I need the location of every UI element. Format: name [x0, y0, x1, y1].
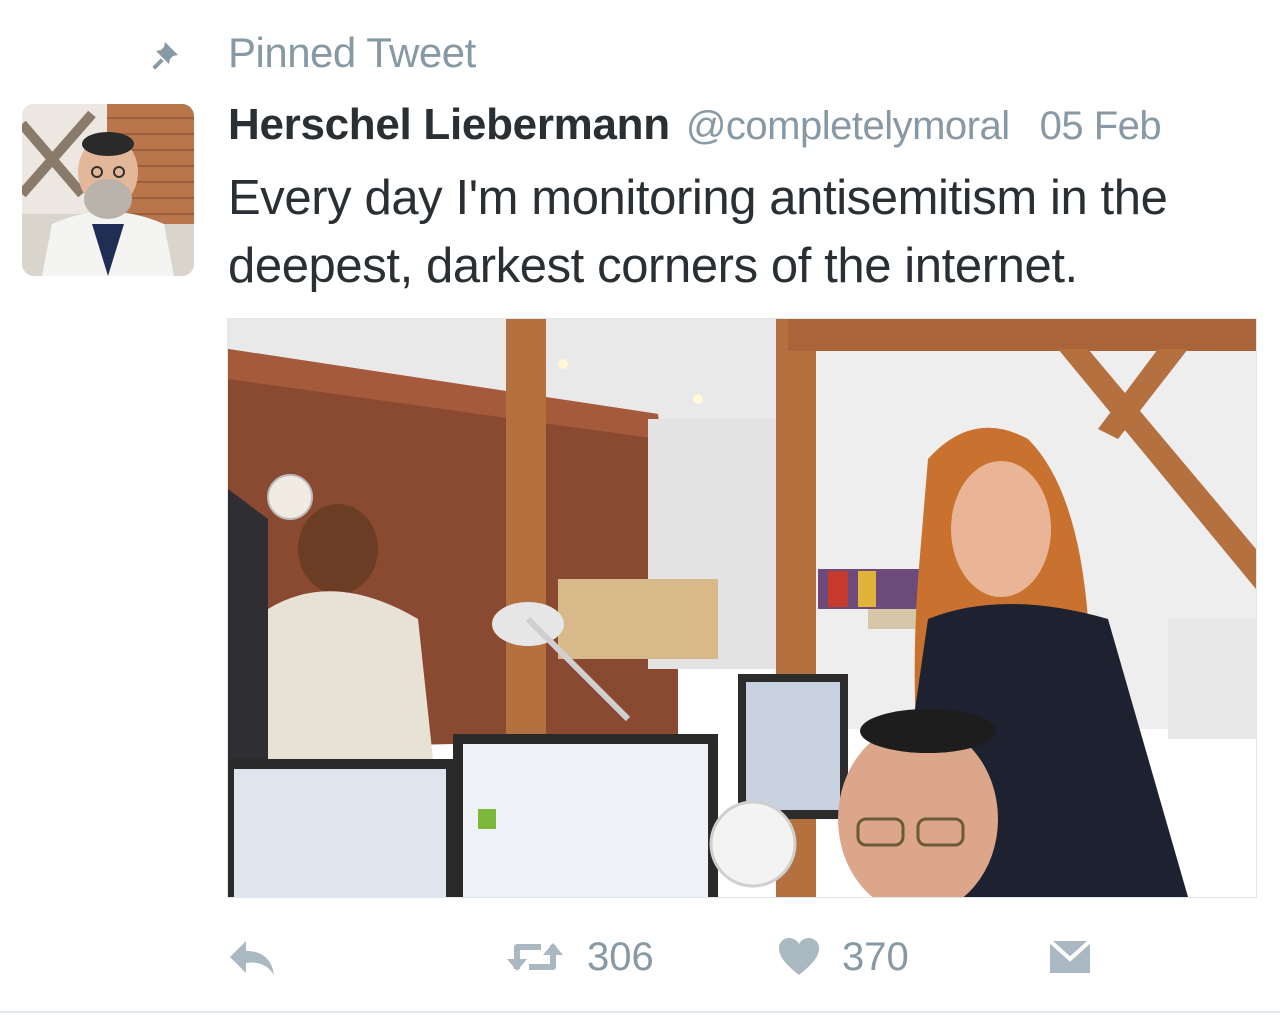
like-button[interactable]: 370 — [778, 925, 909, 989]
heart-icon — [779, 938, 819, 975]
avatar[interactable] — [22, 104, 194, 276]
retweet-button[interactable]: 306 — [505, 925, 654, 989]
reply-icon — [230, 941, 274, 975]
pinned-tweet-row: Pinned Tweet — [150, 28, 476, 78]
tweet-action-bar: 306 370 — [0, 925, 1280, 989]
author-handle[interactable]: @completelymoral — [686, 104, 1010, 149]
office-photo — [228, 319, 1256, 897]
divider — [0, 1011, 1280, 1013]
avatar-photo — [22, 104, 194, 276]
pin-icon — [152, 42, 178, 70]
like-count: 370 — [842, 934, 909, 979]
direct-message-button[interactable] — [1048, 925, 1092, 989]
tweet-header: Herschel Liebermann @completelymoral 05 … — [228, 100, 1162, 160]
retweet-count: 306 — [587, 934, 654, 979]
retweet-icon — [507, 943, 563, 971]
reply-button[interactable] — [228, 925, 276, 989]
tweet-media-photo[interactable] — [227, 318, 1257, 898]
envelope-icon — [1048, 939, 1092, 973]
author-display-name[interactable]: Herschel Liebermann — [228, 100, 670, 150]
tweet-date[interactable]: 05 Feb — [1040, 104, 1162, 149]
pinned-tweet-label: Pinned Tweet — [228, 29, 476, 76]
tweet-text: Every day I'm monitoring antisemitism in… — [228, 171, 1168, 293]
